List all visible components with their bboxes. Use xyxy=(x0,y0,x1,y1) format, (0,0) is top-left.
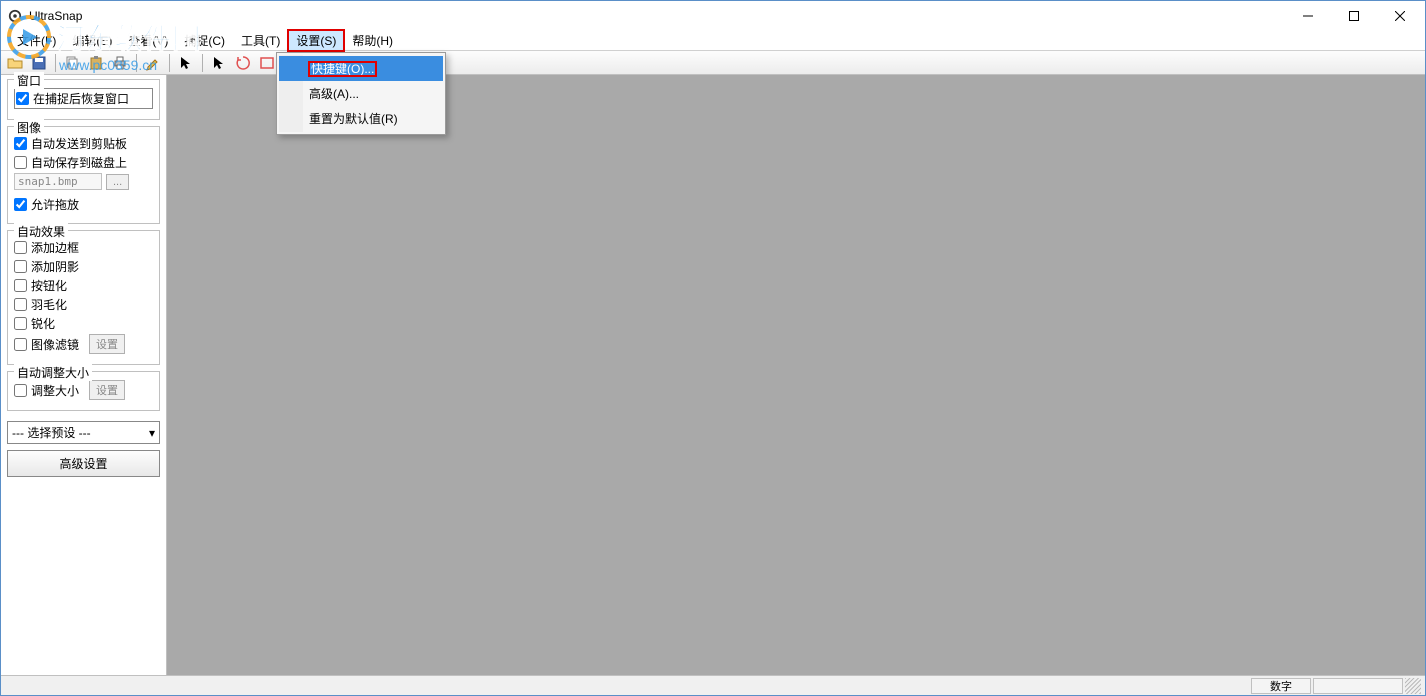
menu-edit[interactable]: 编辑(E) xyxy=(64,30,120,51)
resize-legend: 自动调整大小 xyxy=(14,364,92,381)
paste-icon[interactable] xyxy=(86,53,106,73)
filter-row: 图像滤镜 设置 xyxy=(14,334,153,354)
side-panel: 窗口 在捕捉后恢复窗口 图像 自动发送到剪贴板 自动保存到磁盘上 ... xyxy=(1,75,167,675)
menu-capture[interactable]: 捕捉(C) xyxy=(176,30,233,51)
save-icon[interactable] xyxy=(29,53,49,73)
feather-checkbox[interactable]: 羽毛化 xyxy=(14,296,153,313)
preset-dropdown[interactable]: --- 选择预设 --- ▾ xyxy=(7,421,160,444)
status-numlock: 数字 xyxy=(1251,678,1311,694)
dragdrop-checkbox[interactable]: 允许拖放 xyxy=(14,196,153,213)
sharpen-checkbox[interactable]: 锐化 xyxy=(14,315,153,332)
chevron-down-icon: ▾ xyxy=(149,426,155,440)
app-icon xyxy=(7,8,23,24)
window-group: 窗口 在捕捉后恢复窗口 xyxy=(7,79,160,120)
resize-settings-button[interactable]: 设置 xyxy=(89,380,125,400)
maximize-button[interactable] xyxy=(1331,1,1377,31)
toolbar xyxy=(1,51,1425,75)
menu-bar: 文件(F) 编辑(E) 查看(V) 捕捉(C) 工具(T) 设置(S) 帮助(H… xyxy=(1,31,1425,51)
shadow-checkbox[interactable]: 添加阴影 xyxy=(14,258,153,275)
image-legend: 图像 xyxy=(14,119,44,136)
menu-help[interactable]: 帮助(H) xyxy=(344,30,401,51)
menu-reset-defaults[interactable]: 重置为默认值(R) xyxy=(279,106,443,131)
menu-view[interactable]: 查看(V) xyxy=(120,30,176,51)
menu-file[interactable]: 文件(F) xyxy=(9,30,64,51)
menu-hotkeys[interactable]: 快捷键(O)... xyxy=(279,56,443,81)
menu-tools[interactable]: 工具(T) xyxy=(233,30,288,51)
region-icon[interactable] xyxy=(257,53,277,73)
resize-group: 自动调整大小 调整大小 设置 xyxy=(7,371,160,411)
image-group: 图像 自动发送到剪贴板 自动保存到磁盘上 ... 允许拖放 xyxy=(7,126,160,224)
restore-window-checkbox[interactable]: 在捕捉后恢复窗口 xyxy=(14,88,153,109)
status-empty xyxy=(1313,678,1403,694)
filter-settings-button[interactable]: 设置 xyxy=(89,334,125,354)
resize-row: 调整大小 设置 xyxy=(14,380,153,400)
button-checkbox[interactable]: 按钮化 xyxy=(14,277,153,294)
minimize-button[interactable] xyxy=(1285,1,1331,31)
print-icon[interactable] xyxy=(110,53,130,73)
effects-group: 自动效果 添加边框 添加阴影 按钮化 羽毛化 锐化 图像滤镜 设置 xyxy=(7,230,160,365)
resize-checkbox[interactable] xyxy=(14,384,27,397)
app-title: UltraSnap xyxy=(29,9,82,23)
advanced-settings-button[interactable]: 高级设置 xyxy=(7,450,160,477)
repeat-icon[interactable] xyxy=(233,53,253,73)
canvas-area xyxy=(167,75,1425,675)
filter-checkbox[interactable] xyxy=(14,338,27,351)
effects-legend: 自动效果 xyxy=(14,223,68,240)
browse-button[interactable]: ... xyxy=(106,174,129,190)
copy-icon[interactable] xyxy=(62,53,82,73)
status-bar: 数字 xyxy=(1,675,1425,695)
filename-input[interactable] xyxy=(14,173,102,190)
close-button[interactable] xyxy=(1377,1,1423,31)
open-icon[interactable] xyxy=(5,53,25,73)
title-bar: UltraSnap xyxy=(1,1,1425,31)
resize-grip-icon[interactable] xyxy=(1405,678,1421,694)
settings-dropdown-menu: 快捷键(O)... 高级(A)... 重置为默认值(R) xyxy=(276,52,446,135)
window-legend: 窗口 xyxy=(14,72,44,89)
edit-icon[interactable] xyxy=(143,53,163,73)
disk-checkbox[interactable]: 自动保存到磁盘上 xyxy=(14,154,153,171)
cursor-icon[interactable] xyxy=(176,53,196,73)
border-checkbox[interactable]: 添加边框 xyxy=(14,239,153,256)
menu-advanced[interactable]: 高级(A)... xyxy=(279,81,443,106)
pointer-capture-icon[interactable] xyxy=(209,53,229,73)
clipboard-checkbox[interactable]: 自动发送到剪贴板 xyxy=(14,135,153,152)
menu-settings[interactable]: 设置(S) xyxy=(288,30,344,51)
